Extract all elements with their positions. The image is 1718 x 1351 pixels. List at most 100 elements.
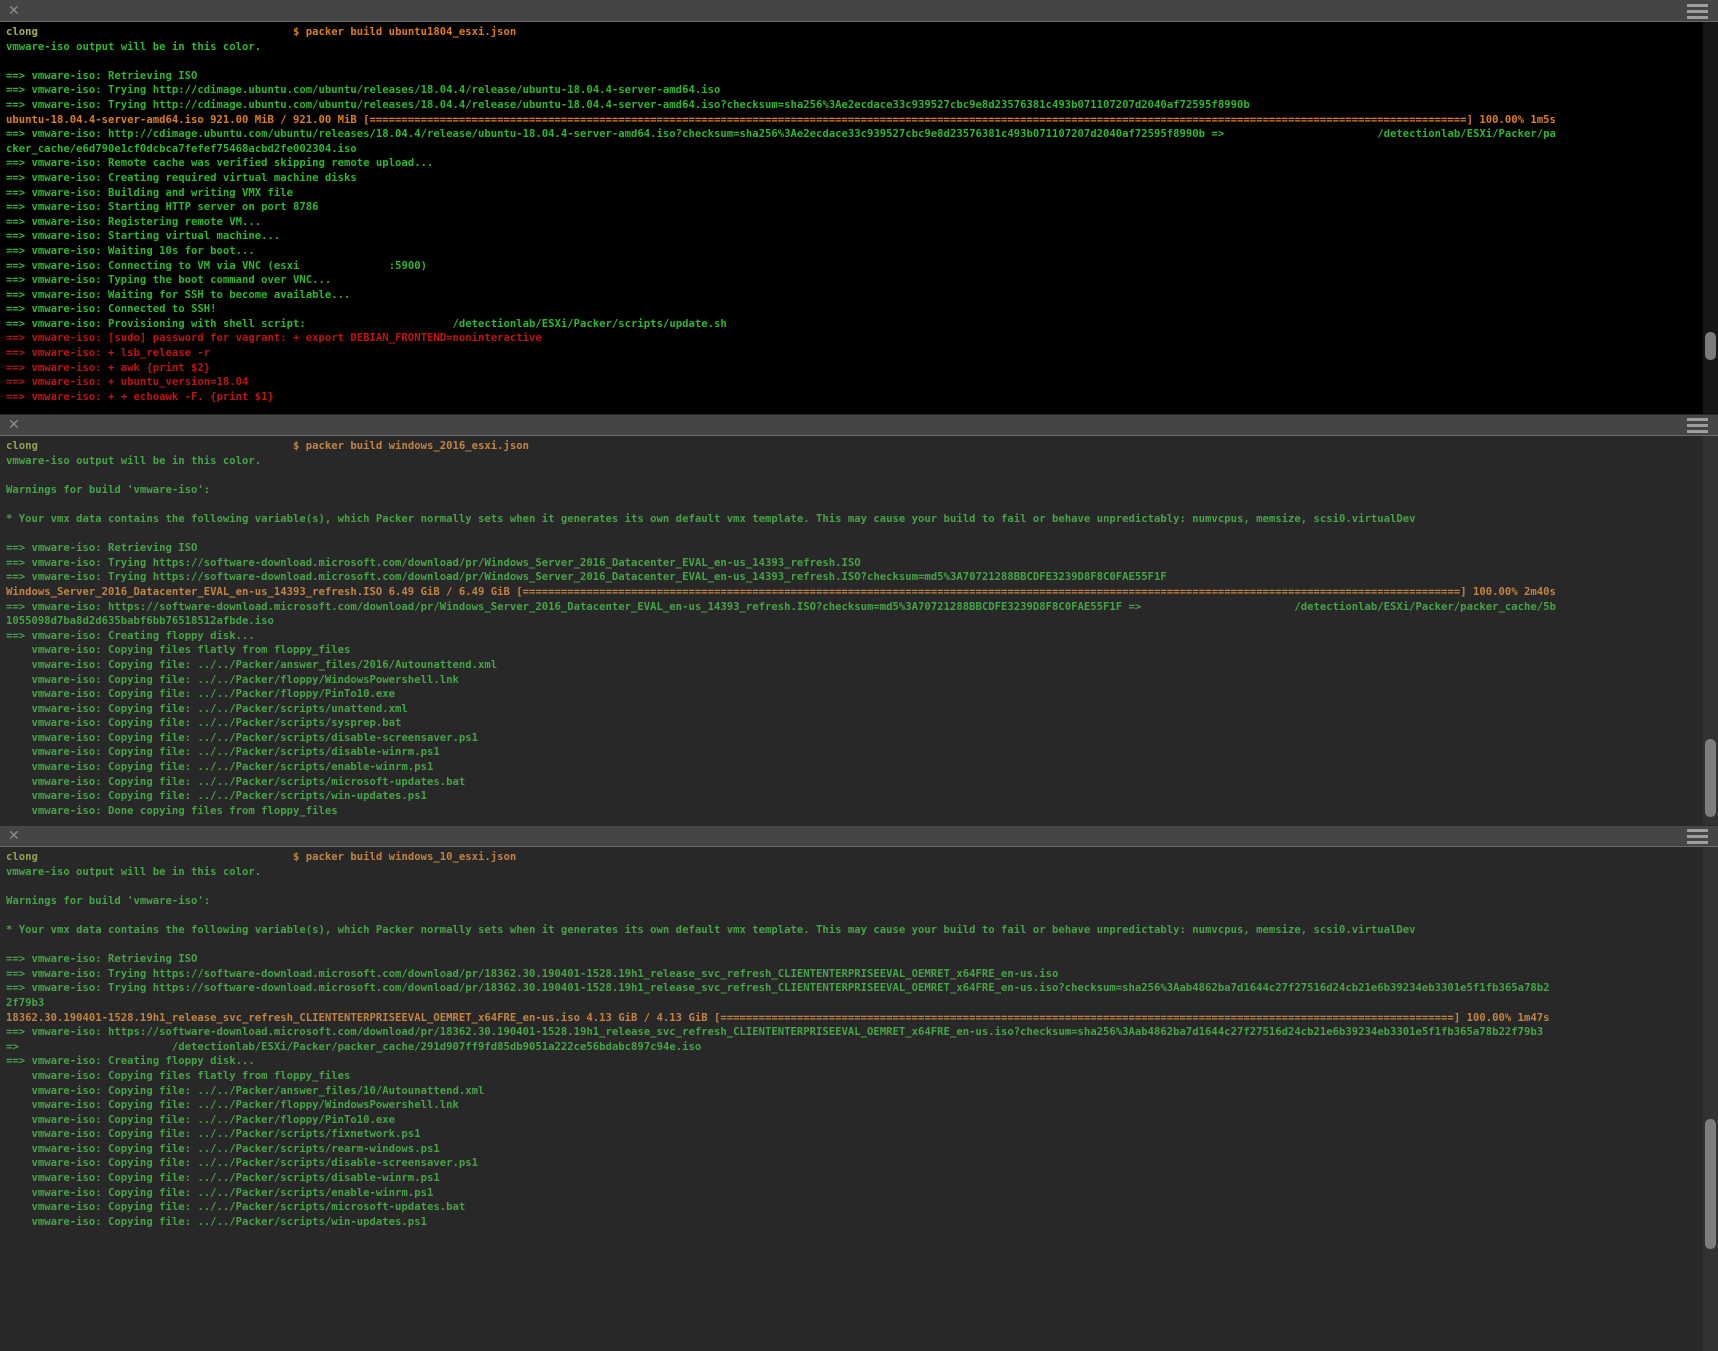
terminal-pane: ✕ clong $ packer build windows_2016_esxi… xyxy=(0,414,1718,825)
terminal-line: ==> vmware-iso: Retrieving ISO xyxy=(6,541,1718,556)
terminal-line: vmware-iso: Copying file: ../../Packer/s… xyxy=(6,1142,1718,1157)
terminal-line: ==> vmware-iso: Trying https://software-… xyxy=(6,570,1718,585)
menu-icon[interactable] xyxy=(1687,835,1708,838)
scrollbar[interactable] xyxy=(1703,436,1718,825)
pane-titlebar[interactable]: ✕ xyxy=(0,0,1718,22)
terminal-line: vmware-iso: Copying file: ../../Packer/f… xyxy=(6,673,1718,688)
terminal-line: ==> vmware-iso: Trying https://software-… xyxy=(6,967,1718,982)
terminal-line: ==> vmware-iso: + lsb_release -r xyxy=(6,346,1718,361)
terminal-line: Warnings for build 'vmware-iso': xyxy=(6,483,1718,498)
close-icon[interactable]: ✕ xyxy=(8,4,20,18)
terminal-line: ==> vmware-iso: Remote cache was verifie… xyxy=(6,156,1718,171)
terminal-line: cker_cache/e6d790e1cf0dcbca7fefef75468ac… xyxy=(6,142,1718,157)
terminal-line: vmware-iso: Copying file: ../../Packer/s… xyxy=(6,1127,1718,1142)
terminal-line: ==> vmware-iso: Starting HTTP server on … xyxy=(6,200,1718,215)
terminal-line: ==> vmware-iso: Typing the boot command … xyxy=(6,273,1718,288)
menu-icon[interactable] xyxy=(1687,424,1708,427)
terminal-line xyxy=(6,908,1718,923)
terminal-line: vmware-iso output will be in this color. xyxy=(6,865,1718,880)
terminal-line: ==> vmware-iso: http://cdimage.ubuntu.co… xyxy=(6,127,1718,142)
scrollbar[interactable] xyxy=(1703,847,1718,1351)
terminal-line: vmware-iso: Copying file: ../../Packer/s… xyxy=(6,775,1718,790)
terminal-line: ==> vmware-iso: + ubuntu_version=18.04 xyxy=(6,375,1718,390)
terminal-line: vmware-iso: Copying file: ../../Packer/s… xyxy=(6,789,1718,804)
terminal-line: vmware-iso: Copying file: ../../Packer/s… xyxy=(6,1186,1718,1201)
terminal-output: clong $ packer build windows_10_esxi.jso… xyxy=(6,850,1718,1229)
terminal-line: ==> vmware-iso: Registering remote VM... xyxy=(6,215,1718,230)
terminal-line: ==> vmware-iso: Connecting to VM via VNC… xyxy=(6,259,1718,274)
terminal-line: vmware-iso output will be in this color. xyxy=(6,40,1718,55)
terminal-line: vmware-iso: Copying file: ../../Packer/s… xyxy=(6,1156,1718,1171)
pane-content[interactable]: clong $ packer build windows_10_esxi.jso… xyxy=(0,847,1718,1351)
terminal-line: vmware-iso: Copying file: ../../Packer/s… xyxy=(6,760,1718,775)
close-icon[interactable]: ✕ xyxy=(8,829,20,843)
scrollbar-thumb[interactable] xyxy=(1705,332,1716,360)
pane-titlebar[interactable]: ✕ xyxy=(0,825,1718,847)
terminal-line: vmware-iso: Copying file: ../../Packer/s… xyxy=(6,731,1718,746)
terminal-line: ==> vmware-iso: Trying https://software-… xyxy=(6,981,1718,996)
terminal-line: * Your vmx data contains the following v… xyxy=(6,923,1718,938)
terminal-line: vmware-iso: Copying file: ../../Packer/s… xyxy=(6,1171,1718,1186)
scrollbar-thumb[interactable] xyxy=(1705,1119,1716,1249)
terminal-line: ==> vmware-iso: Building and writing VMX… xyxy=(6,186,1718,201)
terminal-output: clong $ packer build ubuntu1804_esxi.jso… xyxy=(6,25,1718,404)
terminal-line: ==> vmware-iso: Starting virtual machine… xyxy=(6,229,1718,244)
terminal-line: vmware-iso: Copying file: ../../Packer/f… xyxy=(6,1113,1718,1128)
terminal-line: vmware-iso: Copying file: ../../Packer/s… xyxy=(6,745,1718,760)
terminal-line: ==> vmware-iso: Provisioning with shell … xyxy=(6,317,1718,332)
terminal-line: vmware-iso: Copying file: ../../Packer/a… xyxy=(6,1084,1718,1099)
terminal-line: ==> vmware-iso: Trying http://cdimage.ub… xyxy=(6,83,1718,98)
terminal-line: ==> vmware-iso: Trying http://cdimage.ub… xyxy=(6,98,1718,113)
terminal-line: vmware-iso: Copying file: ../../Packer/f… xyxy=(6,687,1718,702)
terminal-line: ==> vmware-iso: Trying https://software-… xyxy=(6,556,1718,571)
scrollbar[interactable] xyxy=(1703,22,1718,414)
terminal-line: vmware-iso: Copying file: ../../Packer/s… xyxy=(6,716,1718,731)
terminal-line: ==> vmware-iso: Connected to SSH! xyxy=(6,302,1718,317)
terminal-line: ==> vmware-iso: Waiting for SSH to becom… xyxy=(6,288,1718,303)
terminal-pane: ✕ clong $ packer build ubuntu1804_esxi.j… xyxy=(0,0,1718,414)
terminal-line xyxy=(6,54,1718,69)
terminal-line: ==> vmware-iso: Retrieving ISO xyxy=(6,952,1718,967)
pane-content[interactable]: clong $ packer build ubuntu1804_esxi.jso… xyxy=(0,22,1718,414)
close-icon[interactable]: ✕ xyxy=(8,418,20,432)
terminal-line: vmware-iso: Copying file: ../../Packer/s… xyxy=(6,702,1718,717)
terminal-line: vmware-iso: Copying file: ../../Packer/f… xyxy=(6,1098,1718,1113)
terminal-line: * Your vmx data contains the following v… xyxy=(6,512,1718,527)
terminal-line xyxy=(6,497,1718,512)
terminal-pane: ✕ clong $ packer build windows_10_esxi.j… xyxy=(0,825,1718,1351)
menu-icon[interactable] xyxy=(1687,10,1708,13)
terminal-line: vmware-iso: Copying files flatly from fl… xyxy=(6,643,1718,658)
terminal-line xyxy=(6,468,1718,483)
terminal-line xyxy=(6,527,1718,542)
terminal-line: 1055098d7ba8d2d635babf6bb76518512afbde.i… xyxy=(6,614,1718,629)
terminal-line: vmware-iso: Copying file: ../../Packer/s… xyxy=(6,1215,1718,1230)
terminal-output: clong $ packer build windows_2016_esxi.j… xyxy=(6,439,1718,818)
scrollbar-thumb[interactable] xyxy=(1705,739,1716,817)
terminal-line: ==> vmware-iso: https://software-downloa… xyxy=(6,600,1718,615)
terminal-line: vmware-iso: Copying file: ../../Packer/s… xyxy=(6,1200,1718,1215)
terminal-line: ubuntu-18.04.4-server-amd64.iso 921.00 M… xyxy=(6,113,1718,128)
terminal-line: 2f79b3 xyxy=(6,996,1718,1011)
terminal-line: ==> vmware-iso: Creating floppy disk... xyxy=(6,1054,1718,1069)
terminal-line: ==> vmware-iso: Waiting 10s for boot... xyxy=(6,244,1718,259)
terminal-line: clong $ packer build windows_10_esxi.jso… xyxy=(6,850,1718,865)
terminal-line: vmware-iso: Done copying files from flop… xyxy=(6,804,1718,819)
terminal-line: ==> vmware-iso: [sudo] password for vagr… xyxy=(6,331,1718,346)
terminal-line: vmware-iso: Copying file: ../../Packer/a… xyxy=(6,658,1718,673)
terminal-line: Warnings for build 'vmware-iso': xyxy=(6,894,1718,909)
terminal-line: => /detectionlab/ESXi/Packer/packer_cach… xyxy=(6,1040,1718,1055)
terminal-line: vmware-iso output will be in this color. xyxy=(6,454,1718,469)
pane-content[interactable]: clong $ packer build windows_2016_esxi.j… xyxy=(0,436,1718,825)
terminal-line: 18362.30.190401-1528.19h1_release_svc_re… xyxy=(6,1011,1718,1026)
terminal-window: ✕ clong $ packer build ubuntu1804_esxi.j… xyxy=(0,0,1718,1351)
terminal-line: ==> vmware-iso: Creating required virtua… xyxy=(6,171,1718,186)
terminal-line xyxy=(6,938,1718,953)
terminal-line: vmware-iso: Copying files flatly from fl… xyxy=(6,1069,1718,1084)
terminal-line: ==> vmware-iso: Creating floppy disk... xyxy=(6,629,1718,644)
terminal-line: Windows_Server_2016_Datacenter_EVAL_en-u… xyxy=(6,585,1718,600)
terminal-line: ==> vmware-iso: Retrieving ISO xyxy=(6,69,1718,84)
pane-titlebar[interactable]: ✕ xyxy=(0,414,1718,436)
terminal-line: ==> vmware-iso: + awk {print $2} xyxy=(6,361,1718,376)
terminal-line: ==> vmware-iso: + + echoawk -F. {print $… xyxy=(6,390,1718,405)
terminal-line: clong $ packer build ubuntu1804_esxi.jso… xyxy=(6,25,1718,40)
